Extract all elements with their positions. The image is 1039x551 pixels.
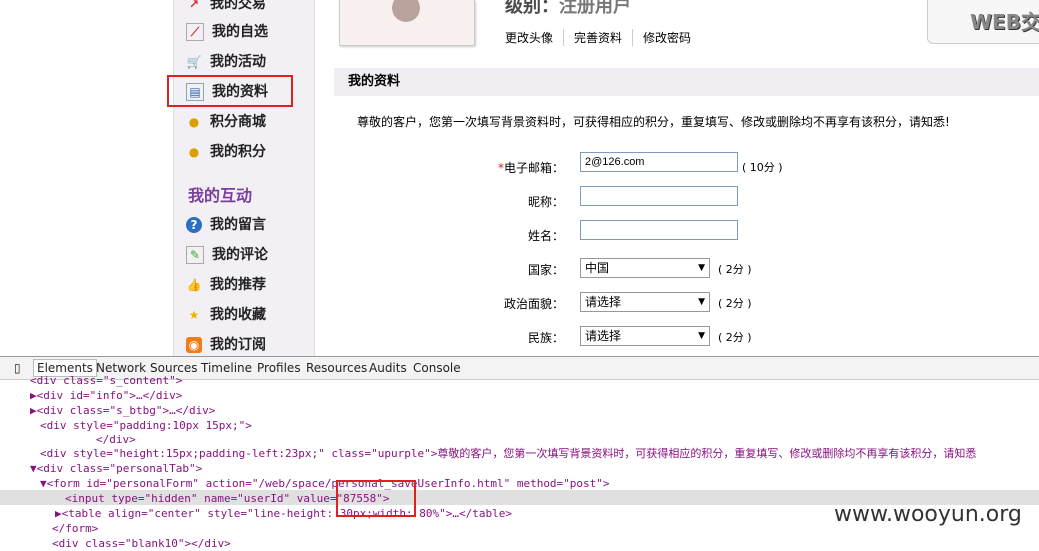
change-avatar-link[interactable]: 更改头像 <box>505 29 565 46</box>
chevron-down-icon: ▼ <box>698 297 705 307</box>
sidebar-item-label: 我的评论 <box>212 247 268 263</box>
dom-line[interactable]: <div class="s_content"> <box>30 373 182 388</box>
dom-line[interactable]: </form> <box>52 521 98 536</box>
sidebar-item-label: 我的推荐 <box>210 277 266 293</box>
sidebar-item-favorites[interactable]: ★ 我的收藏 <box>186 303 266 327</box>
dom-line[interactable]: ▼<form id="personalForm" action="/web/sp… <box>40 476 610 491</box>
section-title: 我的资料 <box>334 68 1039 96</box>
coins-icon: ● <box>188 115 200 129</box>
sidebar-item-trade[interactable]: ↗ 我的交易 <box>186 0 266 16</box>
email-label: *电子邮箱： <box>497 161 564 175</box>
sidebar-item-comments[interactable]: ✎ 我的评论 <box>186 243 268 267</box>
sidebar-item-recommend[interactable]: 👍 我的推荐 <box>186 273 266 297</box>
dom-line[interactable]: ▶<table align="center" style="line-heigh… <box>55 506 512 521</box>
thumbs-up-icon: 👍 <box>186 278 202 292</box>
sidebar-item-label: 我的积分 <box>210 144 266 160</box>
sidebar-section-title: 我的互动 <box>188 186 253 205</box>
web-trade-badge[interactable]: WEB交 <box>927 0 1039 44</box>
trade-icon: ↗ <box>188 0 200 11</box>
political-points: ( 2分 ) <box>718 297 752 310</box>
country-points: ( 2分 ) <box>718 263 752 276</box>
ethnic-label: 民族： <box>527 331 564 345</box>
dom-line[interactable]: <div class="blank10"></div> <box>52 536 231 551</box>
sidebar-item-messages[interactable]: ? 我的留言 <box>186 213 266 237</box>
chevron-down-icon: ▼ <box>698 331 705 341</box>
watermark: www.wooyun.org <box>834 502 1022 527</box>
complete-profile-link[interactable]: 完善资料 <box>574 29 634 46</box>
nickname-field[interactable] <box>580 186 738 206</box>
level-label: 级别： <box>505 0 559 17</box>
ethnic-points: ( 2分 ) <box>718 331 752 344</box>
change-password-link[interactable]: 修改密码 <box>643 29 701 46</box>
sidebar-item-label: 我的自选 <box>212 24 268 40</box>
dom-line[interactable]: <div style="height:15px;padding-left:23p… <box>40 446 976 461</box>
coins-icon: ● <box>188 145 200 159</box>
email-points: ( 10分 ) <box>742 161 783 174</box>
ethnic-select[interactable]: 请选择 ▼ <box>580 326 710 346</box>
tab-console[interactable]: Console <box>413 361 461 375</box>
sidebar-item-subscriptions[interactable]: ◉ 我的订阅 <box>186 333 266 357</box>
user-level: 级别：注册用户 <box>505 0 631 18</box>
name-field[interactable] <box>580 220 738 240</box>
dom-line[interactable]: ▶<div id="info">…</div> <box>30 388 182 403</box>
political-label: 政治面貌： <box>503 297 564 311</box>
question-icon: ? <box>186 217 202 233</box>
country-select[interactable]: 中国 ▼ <box>580 258 710 278</box>
chevron-down-icon: ▼ <box>698 263 705 273</box>
sidebar-item-label: 我的活动 <box>210 54 266 70</box>
sidebar-item-label: 我的收藏 <box>210 307 266 323</box>
sidebar-item-label: 我的留言 <box>210 217 266 233</box>
sidebar-item-label: 我的交易 <box>210 0 266 12</box>
sidebar: ↗ 我的交易 ⟋ 我的自选 🛒 我的活动 ▤ 我的资料 ● 积分商城 ● 我的积分 我的互动… <box>173 0 315 356</box>
dom-line[interactable]: </div> <box>96 432 136 447</box>
rss-icon: ◉ <box>186 337 202 353</box>
avatar[interactable] <box>339 0 475 46</box>
highlight-box-userid <box>336 480 416 517</box>
name-label: 姓名： <box>527 229 564 243</box>
chart-icon: ⟋ <box>186 23 204 41</box>
notice-text: 尊敬的客户，您第一次填写背景资料时，可获得相应的积分，重复填写、修改或删除均不再… <box>357 115 950 129</box>
country-label: 国家： <box>527 263 564 277</box>
nickname-label: 昵称： <box>527 195 564 209</box>
political-select[interactable]: 请选择 ▼ <box>580 292 710 312</box>
sidebar-item-points-mall[interactable]: ● 积分商城 <box>186 110 266 134</box>
dom-line[interactable]: ▼<div class="personalTab"> <box>30 461 202 476</box>
star-icon: ★ <box>188 308 200 322</box>
email-field[interactable] <box>580 152 738 172</box>
highlight-box-profile <box>167 75 293 107</box>
tab-timeline[interactable]: Timeline <box>201 361 252 375</box>
level-value: 注册用户 <box>559 0 631 17</box>
mobile-device-icon[interactable]: ▯ <box>14 361 21 375</box>
sidebar-item-activity[interactable]: 🛒 我的活动 <box>186 50 266 74</box>
dom-line[interactable]: ▶<div class="s_btbg">…</div> <box>30 403 215 418</box>
edit-icon: ✎ <box>186 246 204 264</box>
sidebar-item-points[interactable]: ● 我的积分 <box>186 140 266 164</box>
dom-line[interactable]: <div style="padding:10px 15px;"> <box>40 418 252 433</box>
tab-profiles[interactable]: Profiles <box>257 361 301 375</box>
sidebar-item-label: 我的订阅 <box>210 337 266 353</box>
tab-resources[interactable]: Resources <box>306 361 367 375</box>
sidebar-item-watchlist[interactable]: ⟋ 我的自选 <box>186 20 268 44</box>
avatar-face <box>392 0 420 22</box>
cart-icon: 🛒 <box>186 55 202 69</box>
sidebar-item-label: 积分商城 <box>210 114 266 130</box>
profile-links: 更改头像 完善资料 修改密码 <box>505 29 711 46</box>
tab-audits[interactable]: Audits <box>369 361 407 375</box>
